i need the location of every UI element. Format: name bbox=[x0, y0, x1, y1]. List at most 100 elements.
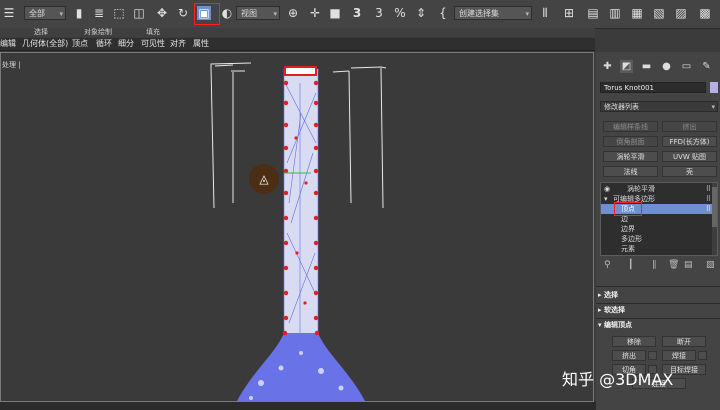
hierarchy-tab-icon[interactable]: ▬ bbox=[640, 60, 653, 73]
rollout-divider bbox=[596, 286, 720, 287]
named-selection-dropdown[interactable]: 创建选择集 ▾ bbox=[454, 6, 532, 20]
extrude-button[interactable]: 挤出 bbox=[612, 350, 646, 361]
modifier-list-label: 修改器列表 bbox=[604, 103, 639, 111]
configure-icon[interactable]: ▧ bbox=[706, 260, 715, 270]
spinner-snap-icon[interactable]: ⇕ bbox=[414, 6, 428, 20]
rotate-icon[interactable]: ↻ bbox=[176, 6, 190, 20]
edit-spline-button[interactable]: 编辑样条线 bbox=[603, 121, 658, 132]
extrude-modifier-button[interactable]: 挤出 bbox=[662, 121, 717, 132]
create-tab-icon[interactable]: ✚ bbox=[601, 60, 614, 73]
snap-label: 3 bbox=[352, 6, 362, 20]
mirror-icon[interactable]: ⫴ bbox=[538, 6, 552, 20]
remove-modifier-icon[interactable]: 🗑 bbox=[668, 260, 679, 270]
angle-snap-label: 3 bbox=[375, 6, 383, 20]
ffd-box-button[interactable]: FFD(长方体) bbox=[662, 136, 717, 147]
weld-button[interactable]: 焊接 bbox=[662, 350, 696, 361]
highlight-box-toolbar bbox=[194, 3, 220, 25]
shell-button[interactable]: 壳 bbox=[662, 166, 717, 177]
ribbon-tab-align[interactable]: 对齐 bbox=[170, 39, 186, 49]
ribbon-tab-edit[interactable]: 编辑 bbox=[0, 39, 16, 49]
stack-item-element[interactable]: 元素 bbox=[601, 244, 713, 254]
keyboard-shortcut-icon[interactable]: ■ bbox=[328, 6, 342, 20]
edit-named-sets-icon[interactable]: { bbox=[436, 6, 450, 20]
scene-explorer-icon[interactable]: ▤ bbox=[586, 6, 600, 20]
place-icon[interactable]: ◐ bbox=[220, 6, 234, 20]
percent-snap-label: % bbox=[394, 6, 406, 20]
stack-item-border[interactable]: 边界 bbox=[601, 224, 713, 234]
turbosmooth-button[interactable]: 涡轮平滑 bbox=[603, 151, 658, 162]
stack-label-element: 元素 bbox=[621, 245, 635, 253]
configure-sets-icon[interactable]: ▤ bbox=[684, 260, 693, 270]
eye-icon[interactable]: ◉ bbox=[604, 184, 610, 194]
ribbon-group-select[interactable]: 选择 bbox=[34, 28, 48, 37]
break-button[interactable]: 断开 bbox=[662, 336, 706, 347]
render-setup-icon[interactable]: ▩ bbox=[698, 6, 712, 20]
stack-item-polygon[interactable]: 多边形 bbox=[601, 234, 713, 244]
angle-snap-icon[interactable]: 3 bbox=[372, 6, 386, 20]
material-editor-icon[interactable]: ▨ bbox=[674, 6, 688, 20]
schematic-view-icon[interactable]: ▧ bbox=[652, 6, 666, 20]
pin-icon: ⠿ bbox=[705, 205, 711, 213]
rectangular-selection-icon[interactable]: ⬚ bbox=[112, 6, 126, 20]
front-viewport[interactable]: 处理 | ◬ bbox=[0, 52, 594, 402]
main-toolbar: ☰ 全部 ▾ ▮ ≣ ⬚ ◫ ✥ ↻ ▣ ◐ 视图 ▾ ⊕ ✛ ■ 3 3 % ⇕ … bbox=[0, 0, 720, 29]
ribbon-tab-visibility[interactable]: 可见性 bbox=[141, 39, 165, 49]
ribbon-tab-subdivide[interactable]: 细分 bbox=[118, 39, 134, 49]
expand-arrow-icon[interactable]: ▾ bbox=[604, 194, 608, 204]
stack-item-turbosmooth[interactable]: ◉ 涡轮平滑 ⠿ bbox=[601, 184, 713, 194]
stack-tools: ⚲ ┃ ∥ 🗑 ▤ ▧ bbox=[600, 260, 718, 272]
show-end-result-icon[interactable]: ┃ bbox=[628, 260, 633, 270]
select-by-name-icon[interactable]: ≣ bbox=[92, 6, 106, 20]
layer-explorer-icon[interactable]: ▥ bbox=[608, 6, 622, 20]
curve-editor-icon[interactable]: ▦ bbox=[630, 6, 644, 20]
ribbon-tab-vertex[interactable]: 顶点 bbox=[72, 39, 88, 49]
pivot-center-icon[interactable]: ⊕ bbox=[286, 6, 300, 20]
command-panel-tabs: ✚ ◩ ▬ ● ▭ ✎ bbox=[596, 60, 720, 74]
ribbon-tab-geometry[interactable]: 几何体(全部) bbox=[22, 39, 68, 49]
bevel-profile-button[interactable]: 倒角剖面 bbox=[603, 136, 658, 147]
ribbon-groups: 选择 对象绘制 填充 bbox=[0, 28, 595, 37]
selection-filter-value: 全部 bbox=[29, 9, 45, 18]
reference-coord-dropdown[interactable]: 视图 ▾ bbox=[236, 6, 280, 20]
select-manipulate-icon[interactable]: ✛ bbox=[308, 6, 322, 20]
rollout-edit-vertices[interactable]: ▾ 编辑顶点 bbox=[598, 320, 718, 331]
utilities-tab-icon[interactable]: ✎ bbox=[700, 60, 713, 73]
ribbon-group-object-paint[interactable]: 对象绘制 bbox=[84, 28, 112, 37]
rollout-soft-selection[interactable]: ▸ 软选择 bbox=[598, 305, 718, 316]
navigation-gizmo-icon[interactable]: ◬ bbox=[249, 164, 279, 194]
modify-tab-icon[interactable]: ◩ bbox=[620, 60, 633, 73]
named-selection-value: 创建选择集 bbox=[459, 9, 499, 18]
ribbon-group-populate[interactable]: 填充 bbox=[146, 28, 160, 37]
ribbon-tab-properties[interactable]: 属性 bbox=[193, 39, 209, 49]
modifier-list-dropdown[interactable]: 修改器列表 ▾ bbox=[600, 101, 718, 112]
rollout-soft-selection-label: 软选择 bbox=[603, 306, 625, 314]
snap-toggle-icon[interactable]: 3 bbox=[350, 6, 364, 20]
object-color-swatch[interactable] bbox=[710, 82, 718, 93]
percent-snap-icon[interactable]: % bbox=[393, 6, 407, 20]
modifier-stack[interactable]: ◉ 涡轮平滑 ⠿ ▾ 可编辑多边形 ⠿ 顶点 ⠿ 边 边界 多边形 元素 bbox=[600, 182, 718, 256]
selection-filter-dropdown[interactable]: 全部 ▾ bbox=[24, 6, 66, 20]
pin-icon: ⠿ bbox=[705, 195, 711, 203]
normal-button[interactable]: 法线 bbox=[603, 166, 658, 177]
make-unique-icon[interactable]: ∥ bbox=[652, 260, 657, 270]
object-name-field[interactable]: Torus Knot001 bbox=[600, 82, 706, 93]
select-object-icon[interactable]: ▮ bbox=[72, 6, 86, 20]
stack-scroll-thumb[interactable] bbox=[712, 187, 717, 227]
display-tab-icon[interactable]: ▭ bbox=[680, 60, 693, 73]
weld-settings-button[interactable] bbox=[698, 351, 707, 360]
pin-stack-icon[interactable]: ⚲ bbox=[604, 260, 611, 270]
highlight-box-vertex bbox=[614, 202, 642, 216]
layers-icon[interactable]: ☰ bbox=[2, 6, 16, 20]
uvw-map-button[interactable]: UVW 贴图 bbox=[662, 151, 717, 162]
motion-tab-icon[interactable]: ● bbox=[660, 60, 673, 73]
extrude-settings-button[interactable] bbox=[648, 351, 657, 360]
ribbon-tab-loop[interactable]: 循环 bbox=[96, 39, 112, 49]
rollout-selection[interactable]: ▸ 选择 bbox=[598, 290, 718, 301]
move-icon[interactable]: ✥ bbox=[155, 6, 169, 20]
remove-button[interactable]: 移除 bbox=[612, 336, 656, 347]
reference-coord-value: 视图 bbox=[241, 9, 257, 18]
align-icon[interactable]: ⊞ bbox=[562, 6, 576, 20]
stack-scrollbar[interactable] bbox=[712, 183, 717, 255]
rollout-divider bbox=[596, 303, 720, 304]
window-crossing-icon[interactable]: ◫ bbox=[132, 6, 146, 20]
